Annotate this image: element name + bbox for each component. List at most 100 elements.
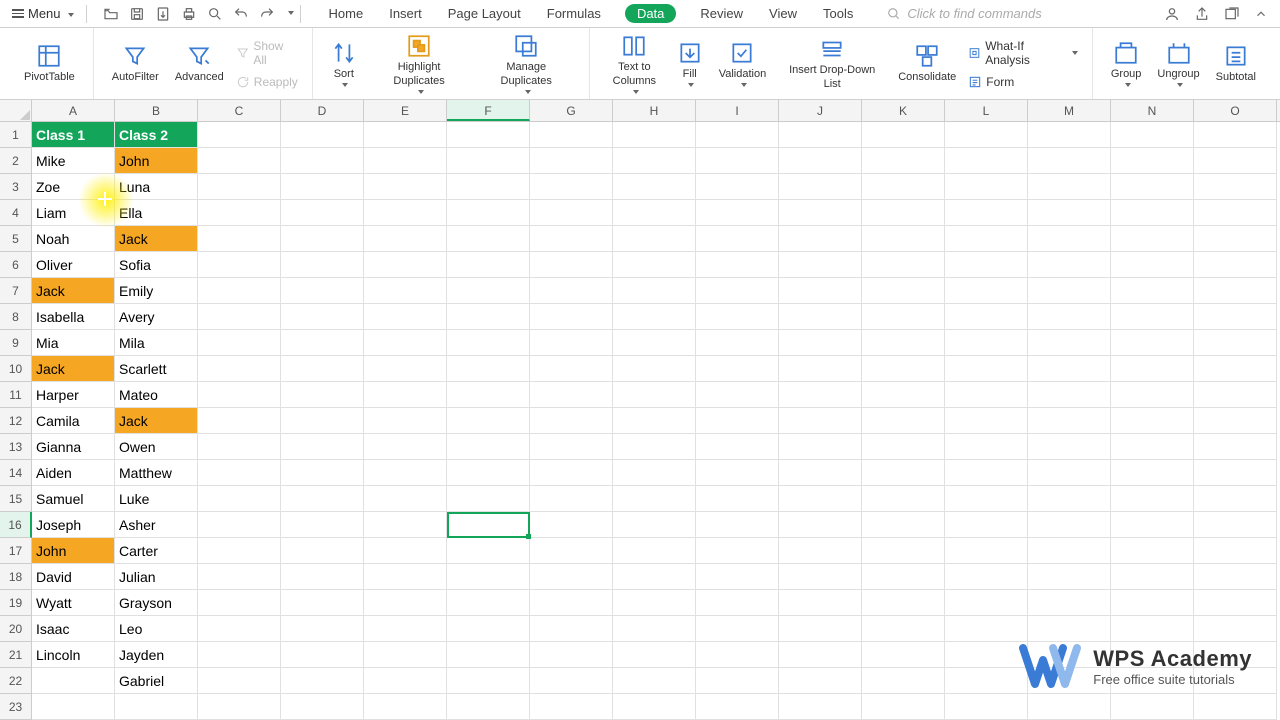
cell-A12[interactable]: Camila [32, 408, 115, 434]
cell-J5[interactable] [779, 226, 862, 252]
cell-C16[interactable] [198, 512, 281, 538]
row-header-4[interactable]: 4 [0, 200, 32, 226]
cell-D23[interactable] [281, 694, 364, 720]
row-header-19[interactable]: 19 [0, 590, 32, 616]
tab-view[interactable]: View [767, 4, 799, 23]
row-header-10[interactable]: 10 [0, 356, 32, 382]
cell-L15[interactable] [945, 486, 1028, 512]
cell-O5[interactable] [1194, 226, 1277, 252]
cell-C4[interactable] [198, 200, 281, 226]
row-header-5[interactable]: 5 [0, 226, 32, 252]
row-header-14[interactable]: 14 [0, 460, 32, 486]
cell-J8[interactable] [779, 304, 862, 330]
cell-J17[interactable] [779, 538, 862, 564]
cell-O1[interactable] [1194, 122, 1277, 148]
cell-N17[interactable] [1111, 538, 1194, 564]
column-header-A[interactable]: A [32, 100, 115, 121]
cell-B14[interactable]: Matthew [115, 460, 198, 486]
cell-J13[interactable] [779, 434, 862, 460]
cell-K1[interactable] [862, 122, 945, 148]
column-header-K[interactable]: K [862, 100, 945, 121]
cell-H4[interactable] [613, 200, 696, 226]
cell-B13[interactable]: Owen [115, 434, 198, 460]
cell-N20[interactable] [1111, 616, 1194, 642]
cell-H23[interactable] [613, 694, 696, 720]
cell-N12[interactable] [1111, 408, 1194, 434]
column-header-C[interactable]: C [198, 100, 281, 121]
cell-E22[interactable] [364, 668, 447, 694]
cell-I7[interactable] [696, 278, 779, 304]
cell-M20[interactable] [1028, 616, 1111, 642]
undo-icon[interactable] [233, 6, 249, 22]
cell-D9[interactable] [281, 330, 364, 356]
cell-K22[interactable] [862, 668, 945, 694]
cell-K2[interactable] [862, 148, 945, 174]
cell-C14[interactable] [198, 460, 281, 486]
cell-K20[interactable] [862, 616, 945, 642]
row-header-20[interactable]: 20 [0, 616, 32, 642]
cell-M13[interactable] [1028, 434, 1111, 460]
cell-C23[interactable] [198, 694, 281, 720]
cell-N15[interactable] [1111, 486, 1194, 512]
cell-I13[interactable] [696, 434, 779, 460]
row-header-1[interactable]: 1 [0, 122, 32, 148]
cell-O18[interactable] [1194, 564, 1277, 590]
cell-D21[interactable] [281, 642, 364, 668]
cell-J23[interactable] [779, 694, 862, 720]
cell-M6[interactable] [1028, 252, 1111, 278]
cell-C9[interactable] [198, 330, 281, 356]
row-header-11[interactable]: 11 [0, 382, 32, 408]
cell-A20[interactable]: Isaac [32, 616, 115, 642]
cell-E3[interactable] [364, 174, 447, 200]
cell-H21[interactable] [613, 642, 696, 668]
column-header-M[interactable]: M [1028, 100, 1111, 121]
column-header-F[interactable]: F [447, 100, 530, 121]
column-header-I[interactable]: I [696, 100, 779, 121]
cell-G6[interactable] [530, 252, 613, 278]
cell-H14[interactable] [613, 460, 696, 486]
cell-A15[interactable]: Samuel [32, 486, 115, 512]
cell-C13[interactable] [198, 434, 281, 460]
manage-duplicates-button[interactable]: Manage Duplicates [473, 29, 579, 97]
row-header-16[interactable]: 16 [0, 512, 32, 538]
cell-E23[interactable] [364, 694, 447, 720]
cell-B20[interactable]: Leo [115, 616, 198, 642]
cell-B5[interactable]: Jack [115, 226, 198, 252]
cell-A10[interactable]: Jack [32, 356, 115, 382]
cell-E1[interactable] [364, 122, 447, 148]
column-header-N[interactable]: N [1111, 100, 1194, 121]
cell-K23[interactable] [862, 694, 945, 720]
cell-C7[interactable] [198, 278, 281, 304]
cell-D22[interactable] [281, 668, 364, 694]
cell-D8[interactable] [281, 304, 364, 330]
row-header-8[interactable]: 8 [0, 304, 32, 330]
whatif-button[interactable]: What-If Analysis [964, 37, 1082, 69]
cell-I5[interactable] [696, 226, 779, 252]
cell-G12[interactable] [530, 408, 613, 434]
cell-O12[interactable] [1194, 408, 1277, 434]
cell-M11[interactable] [1028, 382, 1111, 408]
cell-B12[interactable]: Jack [115, 408, 198, 434]
cell-K7[interactable] [862, 278, 945, 304]
cell-I1[interactable] [696, 122, 779, 148]
cell-B18[interactable]: Julian [115, 564, 198, 590]
cell-O19[interactable] [1194, 590, 1277, 616]
cell-L8[interactable] [945, 304, 1028, 330]
cell-A11[interactable]: Harper [32, 382, 115, 408]
cell-K10[interactable] [862, 356, 945, 382]
cell-I10[interactable] [696, 356, 779, 382]
sort-button[interactable]: Sort [323, 36, 365, 91]
cell-A16[interactable]: Joseph [32, 512, 115, 538]
cell-C19[interactable] [198, 590, 281, 616]
row-header-17[interactable]: 17 [0, 538, 32, 564]
cell-K16[interactable] [862, 512, 945, 538]
cell-M10[interactable] [1028, 356, 1111, 382]
cell-F10[interactable] [447, 356, 530, 382]
cell-I8[interactable] [696, 304, 779, 330]
cell-E17[interactable] [364, 538, 447, 564]
cell-M8[interactable] [1028, 304, 1111, 330]
cell-H20[interactable] [613, 616, 696, 642]
cell-B22[interactable]: Gabriel [115, 668, 198, 694]
cell-H7[interactable] [613, 278, 696, 304]
cell-C21[interactable] [198, 642, 281, 668]
